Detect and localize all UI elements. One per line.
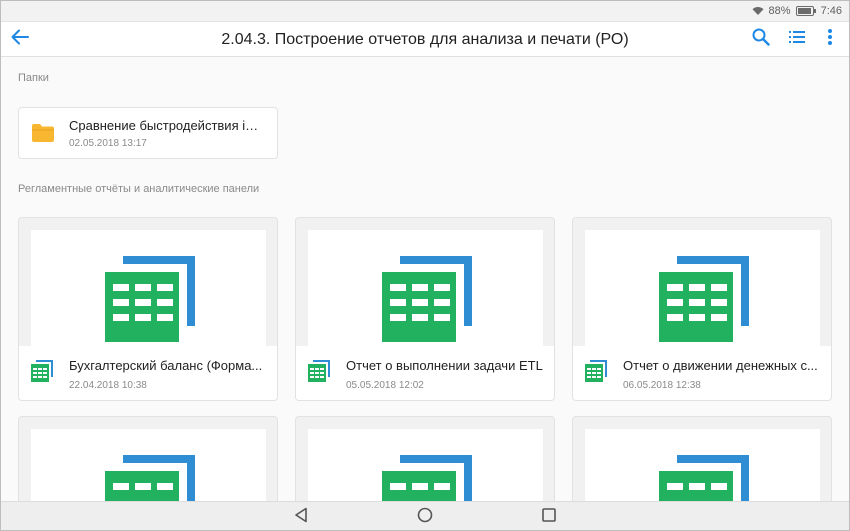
report-preview (308, 429, 543, 501)
report-date: 06.05.2018 12:38 (623, 380, 701, 391)
list-view-button[interactable] (785, 27, 809, 51)
report-title: Бухгалтерский баланс (Форма... (69, 358, 263, 373)
spreadsheet-icon (659, 256, 749, 342)
report-card[interactable]: Отчет о движении денежных с... 06.05.201… (572, 217, 832, 401)
home-circle-icon (417, 507, 433, 528)
report-card[interactable] (18, 416, 278, 501)
reports-section-label: Регламентные отчёты и аналитические пане… (18, 183, 260, 195)
more-options-button[interactable] (818, 27, 842, 51)
recents-square-icon (542, 507, 556, 527)
report-title: Отчет о движении денежных с... (623, 358, 818, 373)
wifi-icon (752, 6, 764, 16)
spreadsheet-icon (659, 455, 749, 501)
battery-percent: 88% (768, 4, 791, 17)
battery-icon (795, 5, 816, 16)
report-preview (31, 230, 266, 346)
spreadsheet-icon (105, 256, 195, 342)
report-card[interactable] (572, 416, 832, 501)
back-triangle-icon (294, 507, 308, 528)
content-area[interactable]: Папки Сравнение быстродействия in-... 02… (0, 57, 850, 501)
spreadsheet-icon (382, 256, 472, 342)
report-info: Бухгалтерский баланс (Форма... 22.04.201… (19, 346, 277, 400)
report-date: 05.05.2018 12:02 (346, 380, 424, 391)
report-date: 22.04.2018 10:38 (69, 380, 147, 391)
nav-recents-button[interactable] (541, 507, 557, 527)
page-title: 2.04.3. Построение отчетов для анализа и… (221, 31, 629, 48)
search-icon (752, 28, 770, 51)
nav-back-button[interactable] (293, 507, 309, 528)
folder-icon (31, 123, 55, 148)
report-info: Отчет о выполнении задачи ETL 05.05.2018… (296, 346, 554, 400)
app-bar: 2.04.3. Построение отчетов для анализа и… (0, 22, 850, 57)
report-title: Отчет о выполнении задачи ETL (346, 358, 543, 373)
list-view-icon (789, 30, 805, 48)
back-arrow-icon (11, 29, 29, 50)
folder-card[interactable]: Сравнение быстродействия in-... 02.05.20… (18, 107, 278, 159)
clock: 7:46 (820, 4, 842, 17)
spreadsheet-small-icon (31, 360, 53, 387)
status-bar: 88% 7:46 (0, 0, 850, 22)
spreadsheet-small-icon (308, 360, 330, 387)
spreadsheet-icon (105, 455, 195, 501)
system-nav-bar (0, 501, 850, 531)
report-card[interactable]: Бухгалтерский баланс (Форма... 22.04.201… (18, 217, 278, 401)
report-preview (585, 429, 820, 501)
spreadsheet-icon (382, 455, 472, 501)
report-card[interactable]: Отчет о выполнении задачи ETL 05.05.2018… (295, 217, 555, 401)
nav-home-button[interactable] (417, 507, 433, 528)
folders-section-label: Папки (18, 72, 49, 84)
report-preview (31, 429, 266, 501)
report-preview (308, 230, 543, 346)
report-info: Отчет о движении денежных с... 06.05.201… (573, 346, 831, 400)
report-card[interactable] (295, 416, 555, 501)
folder-title: Сравнение быстродействия in-... (69, 118, 264, 133)
more-vert-icon (828, 28, 832, 50)
spreadsheet-small-icon (585, 360, 607, 387)
search-button[interactable] (749, 27, 773, 51)
back-button[interactable] (8, 27, 32, 51)
folder-date: 02.05.2018 13:17 (69, 138, 147, 149)
report-preview (585, 230, 820, 346)
